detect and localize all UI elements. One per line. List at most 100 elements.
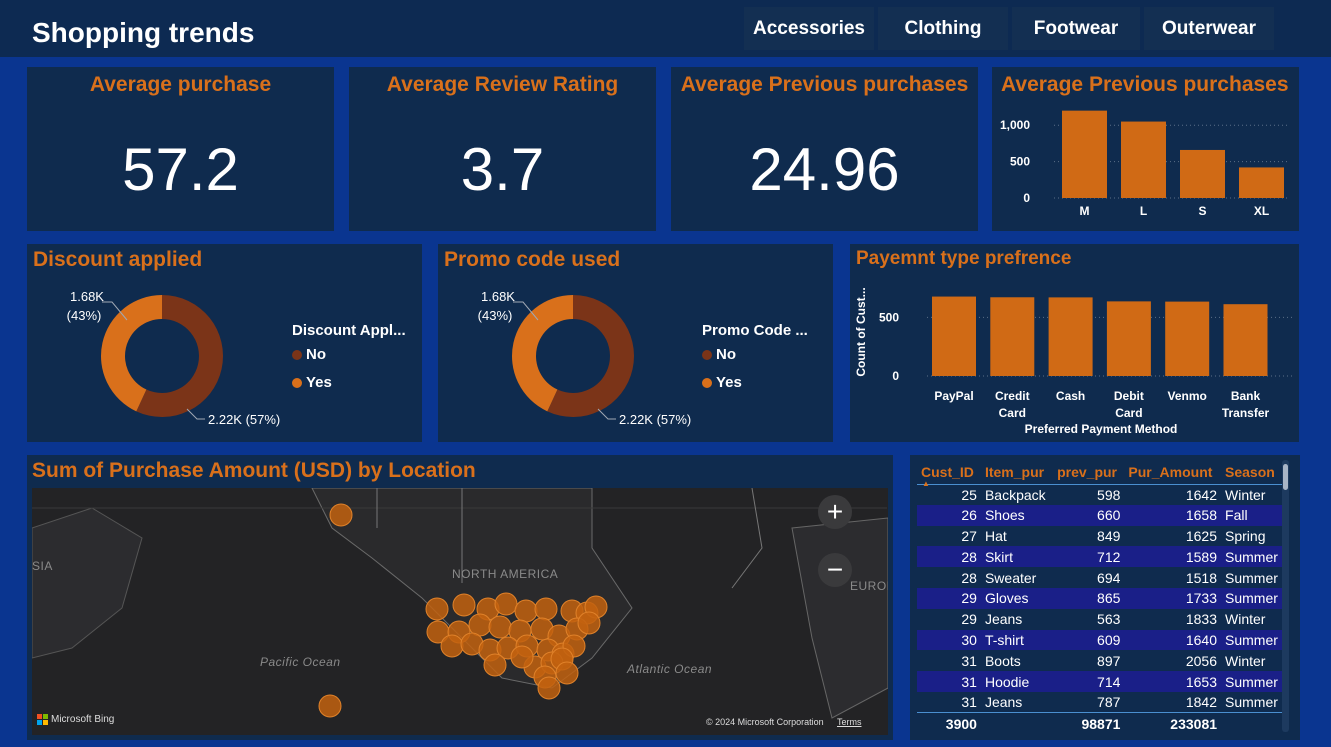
table-scrollbar[interactable] bbox=[1282, 460, 1289, 732]
cell-item: Gloves bbox=[984, 590, 1029, 607]
kpi-title: Average Previous purchases bbox=[680, 73, 969, 96]
cell-pur-amount: 1733 bbox=[1185, 590, 1218, 607]
total-pur-amount: 233081 bbox=[1124, 712, 1222, 735]
cell-cust-id: 26 bbox=[961, 507, 977, 524]
table-row[interactable]: 25 Backpack 598 1642 Winter bbox=[917, 484, 1285, 505]
location-bubble[interactable] bbox=[483, 653, 507, 677]
size-chart-card: Average Previous purchases 1,000 500 0 M L S X… bbox=[992, 67, 1299, 231]
bar-payment-method[interactable] bbox=[1223, 304, 1268, 376]
tab-accessories[interactable]: Accessories bbox=[744, 7, 874, 50]
table-row[interactable]: 28 Skirt 712 1589 Summer bbox=[917, 546, 1285, 568]
cell-prev-pur: 897 bbox=[1097, 652, 1121, 669]
tab-outerwear[interactable]: Outerwear bbox=[1144, 7, 1274, 50]
promo-card: Promo code used 1.68K (43%) 2.22K (57%) Pr… bbox=[438, 244, 833, 442]
zoom-out-button[interactable]: − bbox=[818, 553, 852, 587]
cell-pur-amount: 1640 bbox=[1185, 631, 1218, 648]
legend-item-no[interactable]: No bbox=[702, 346, 736, 363]
table-row[interactable]: 29 Jeans 563 1833 Winter bbox=[917, 609, 1285, 630]
x-tick-label: Card bbox=[1115, 406, 1142, 420]
map-label-pacific: Pacific Ocean bbox=[260, 655, 341, 669]
kpi-card-avg-prev: Average Previous purchases 24.96 bbox=[671, 67, 978, 231]
location-bubble[interactable] bbox=[329, 503, 353, 527]
europe-landmass bbox=[791, 517, 888, 719]
table-row[interactable]: 31 Hoodie 714 1653 Summer bbox=[917, 671, 1285, 692]
cell-pur-amount: 2056 bbox=[1185, 652, 1218, 669]
bar-payment-method[interactable] bbox=[1048, 297, 1093, 376]
column-header-item[interactable]: Item_pur bbox=[981, 461, 1053, 484]
kpi-value: 57.2 bbox=[122, 136, 239, 203]
x-tick-label: L bbox=[1140, 204, 1147, 218]
bar-xl[interactable] bbox=[1239, 167, 1284, 198]
location-bubble[interactable] bbox=[537, 676, 561, 700]
column-header-prev-pur[interactable]: prev_pur bbox=[1053, 461, 1124, 484]
cell-item: Jeans bbox=[984, 694, 1023, 711]
total-cust-id: 3900 bbox=[917, 712, 981, 735]
tab-footwear[interactable]: Footwear bbox=[1012, 7, 1140, 50]
x-tick-label: Card bbox=[999, 406, 1026, 420]
table-row[interactable]: 27 Hat 849 1625 Spring bbox=[917, 526, 1285, 547]
location-map[interactable]: NORTH AMERICA Pacific Ocean Atlantic Oce… bbox=[32, 488, 888, 735]
table-row[interactable]: 30 T-shirt 609 1640 Summer bbox=[917, 629, 1285, 651]
bar-l[interactable] bbox=[1121, 121, 1166, 198]
x-tick-label: Cash bbox=[1056, 389, 1085, 403]
bar-payment-method[interactable] bbox=[1165, 301, 1210, 376]
y-tick-label: 500 bbox=[1010, 155, 1030, 169]
bar-payment-method[interactable] bbox=[932, 296, 976, 376]
location-bubble[interactable] bbox=[452, 593, 476, 617]
scroll-thumb[interactable] bbox=[1283, 464, 1288, 490]
cell-season: Summer bbox=[1225, 548, 1278, 565]
table-row[interactable]: 31 Jeans 787 1842 Summer bbox=[917, 692, 1285, 713]
location-bubble[interactable] bbox=[514, 599, 538, 623]
cell-prev-pur: 694 bbox=[1097, 569, 1121, 586]
legend-item-no[interactable]: No bbox=[292, 346, 326, 363]
location-bubble[interactable] bbox=[425, 597, 449, 621]
legend-dot bbox=[702, 349, 712, 360]
cell-item: Boots bbox=[984, 652, 1021, 669]
legend-label: No bbox=[306, 346, 326, 363]
table-row[interactable]: 26 Shoes 660 1658 Fall bbox=[917, 504, 1285, 526]
table-row[interactable]: 29 Gloves 865 1733 Summer bbox=[917, 587, 1285, 609]
location-bubble[interactable] bbox=[534, 597, 558, 621]
zoom-in-button[interactable]: + bbox=[818, 495, 852, 529]
bar-payment-method[interactable] bbox=[990, 297, 1035, 376]
x-tick-label: M bbox=[1080, 204, 1090, 218]
legend-item-yes[interactable]: Yes bbox=[292, 374, 332, 391]
promo-donut-chart: 1.68K (43%) 2.22K (57%) bbox=[478, 289, 692, 427]
table-row[interactable]: 31 Boots 897 2056 Winter bbox=[917, 650, 1285, 671]
location-bubble[interactable] bbox=[555, 661, 579, 685]
column-header-cust-id[interactable]: Cust_ID ▲ bbox=[917, 461, 981, 488]
map-terms-link[interactable]: Terms bbox=[837, 717, 862, 727]
location-bubble[interactable] bbox=[318, 694, 342, 718]
location-bubble[interactable] bbox=[494, 592, 518, 616]
cell-season: Summer bbox=[1225, 694, 1278, 711]
cell-season: Summer bbox=[1225, 631, 1278, 648]
y-tick-label: 1,000 bbox=[1000, 118, 1030, 132]
bar-payment-method[interactable] bbox=[1106, 301, 1151, 376]
payment-card: Payemnt type prefrence 500 0 Count of Cust… bbox=[850, 244, 1299, 442]
cell-item: Sweater bbox=[984, 569, 1037, 586]
location-bubble[interactable] bbox=[488, 615, 512, 639]
bar-m[interactable] bbox=[1062, 110, 1107, 198]
location-bubble[interactable] bbox=[577, 611, 601, 635]
column-header-season[interactable]: Season bbox=[1221, 461, 1285, 484]
cell-pur-amount: 1833 bbox=[1185, 611, 1218, 628]
chart-title: Sum of Purchase Amount (USD) by Location bbox=[32, 459, 476, 482]
cell-season: Winter bbox=[1225, 486, 1266, 503]
cell-item: Backpack bbox=[984, 486, 1046, 503]
column-header-pur-amount[interactable]: Pur_Amount bbox=[1124, 461, 1221, 484]
discount-donut-chart: 1.68K (43%) 2.22K (57%) bbox=[67, 289, 281, 427]
location-bubble[interactable] bbox=[440, 634, 464, 658]
cell-prev-pur: 849 bbox=[1097, 527, 1121, 544]
cell-cust-id: 31 bbox=[961, 652, 977, 669]
table-row[interactable]: 28 Sweater 694 1518 Summer bbox=[917, 567, 1285, 588]
map-label-atlantic: Atlantic Ocean bbox=[627, 662, 713, 676]
legend-item-yes[interactable]: Yes bbox=[702, 374, 742, 391]
tab-clothing[interactable]: Clothing bbox=[878, 7, 1008, 50]
map-canvas[interactable] bbox=[32, 488, 888, 735]
kpi-card-avg-purchase: Average purchase 57.2 bbox=[27, 67, 334, 231]
cell-prev-pur: 563 bbox=[1097, 611, 1121, 628]
cell-cust-id: 29 bbox=[961, 590, 977, 607]
location-bubble[interactable] bbox=[510, 645, 534, 669]
legend-label: No bbox=[716, 346, 736, 363]
bar-s[interactable] bbox=[1180, 149, 1225, 198]
